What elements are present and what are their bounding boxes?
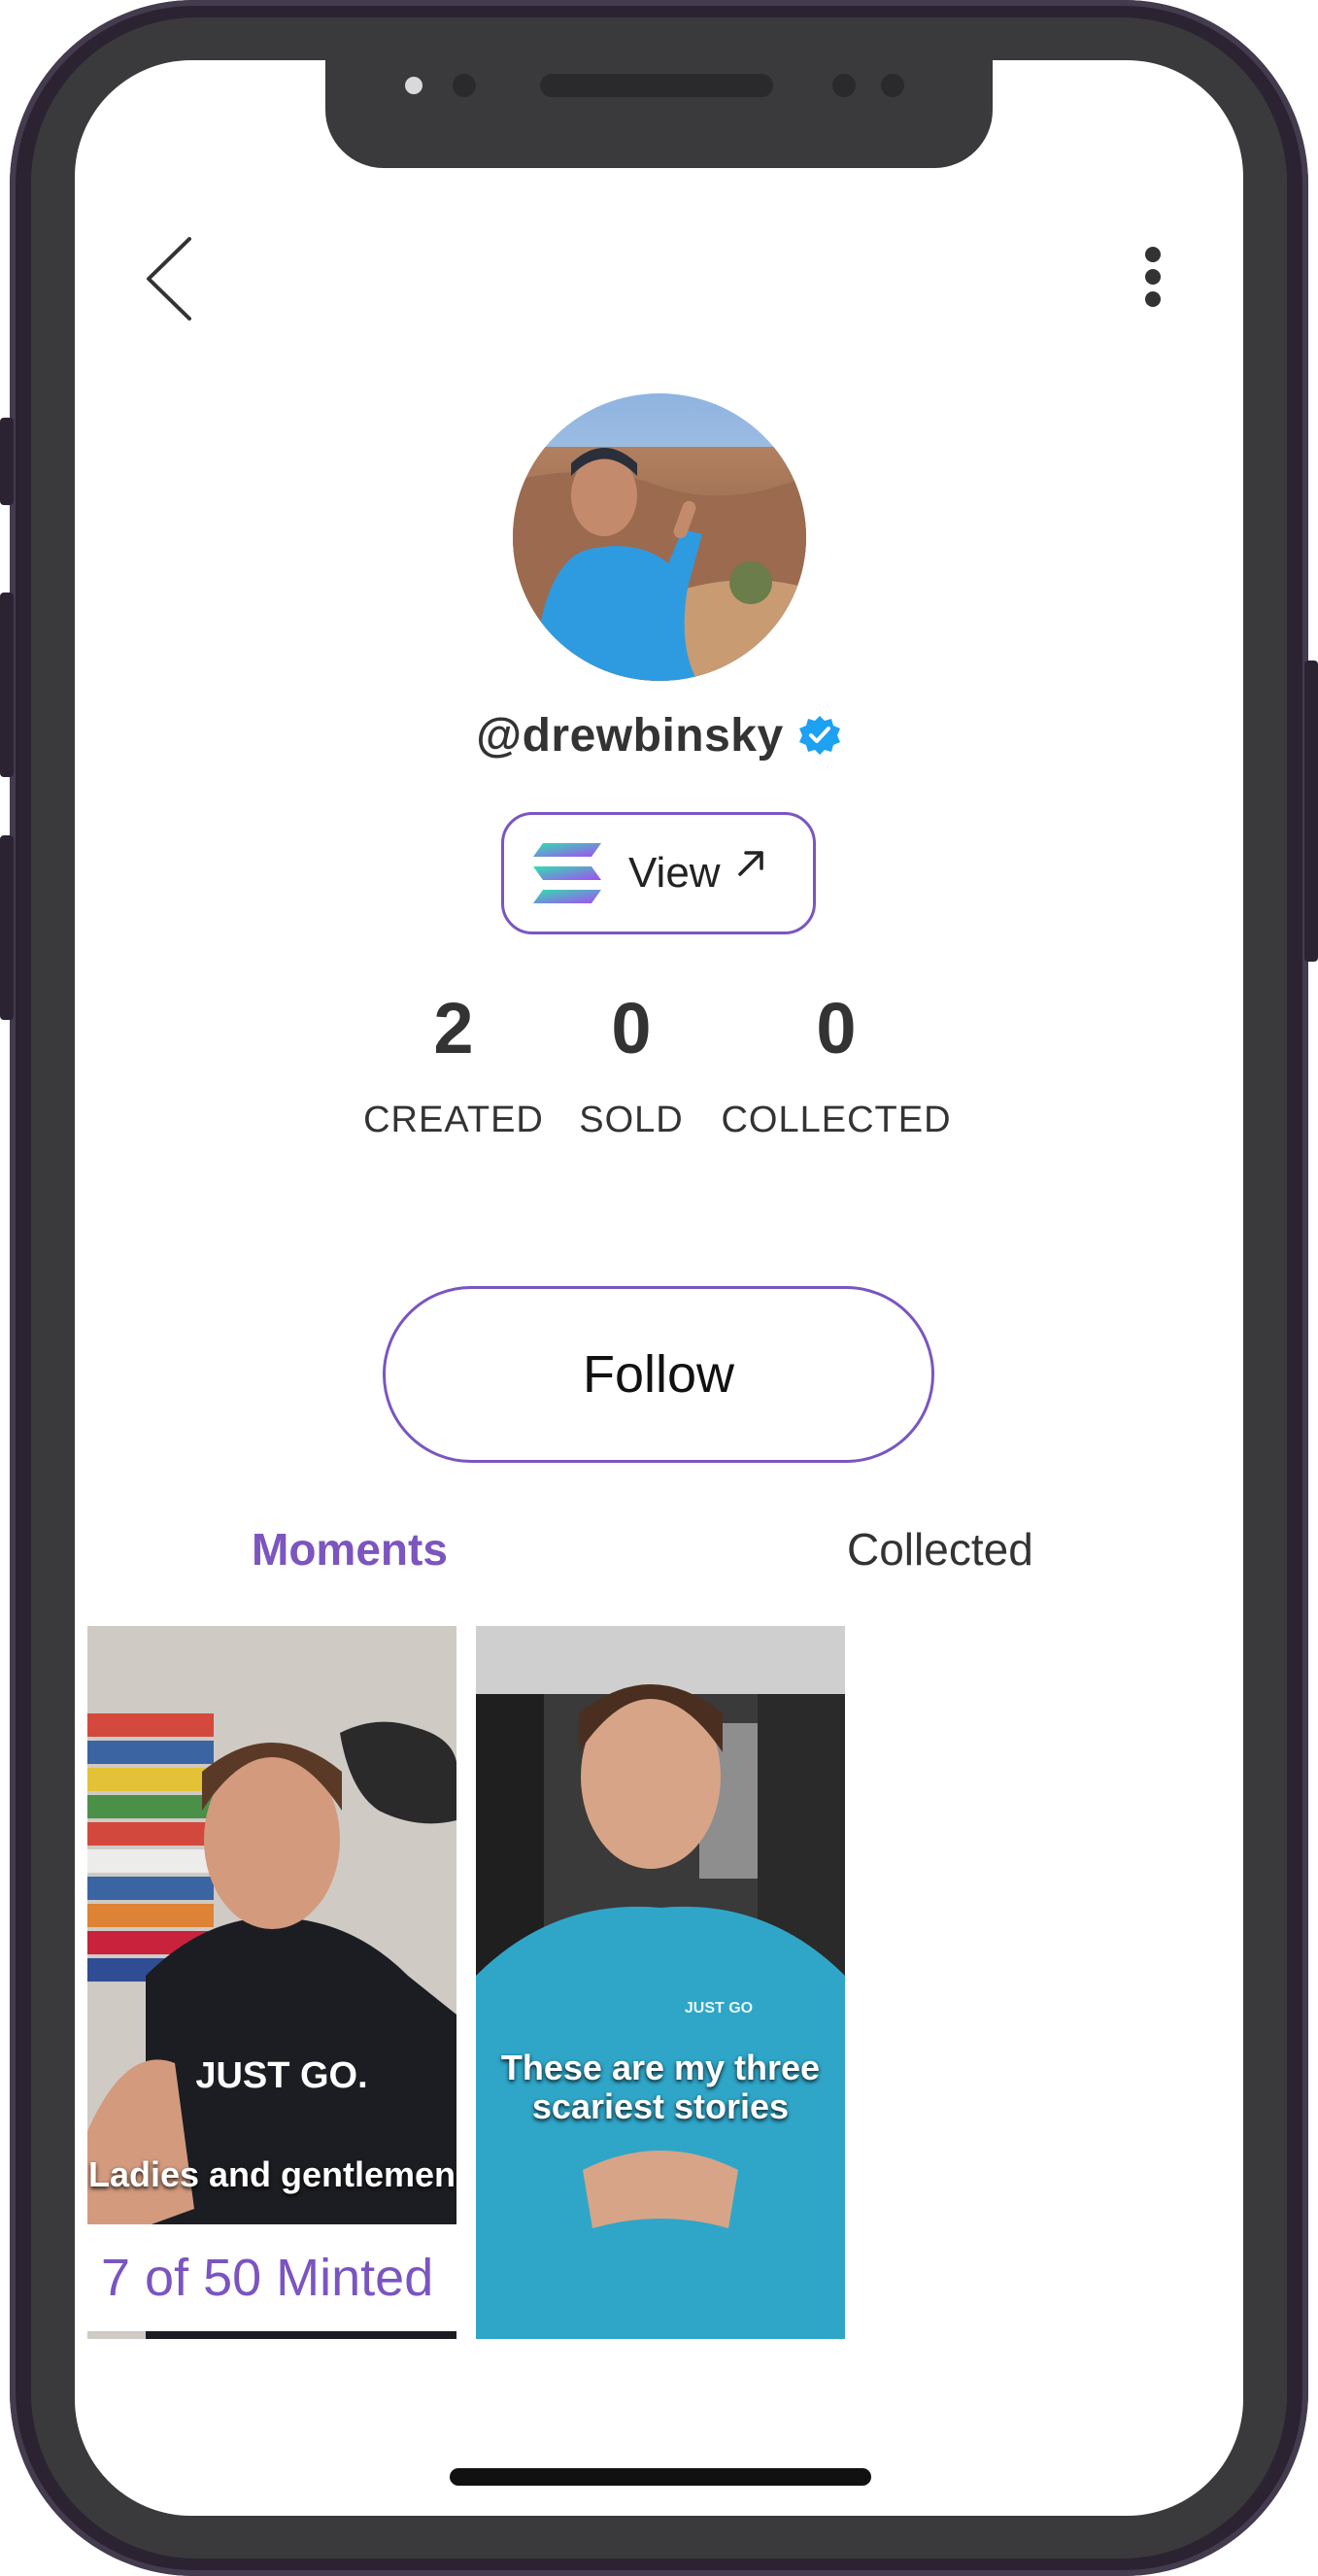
stat-collected-label: COLLECTED [721, 1100, 952, 1140]
sensor-icon [881, 74, 904, 97]
stat-collected-value: 0 [816, 988, 857, 1068]
verified-badge-icon [798, 716, 840, 755]
profile-stats: 2 CREATED 0 SOLD 0 COLLECTED [75, 993, 1243, 1168]
power-button [1304, 661, 1318, 962]
solana-logo-icon [533, 843, 601, 903]
stat-sold-value: 0 [611, 988, 652, 1068]
stat-created-label: CREATED [363, 1100, 544, 1140]
stat-sold-label: SOLD [579, 1100, 684, 1140]
more-options-button[interactable] [1133, 245, 1172, 322]
volume-up-button [0, 593, 14, 777]
tab-moments[interactable]: Moments [252, 1523, 448, 1576]
notch [325, 60, 993, 168]
camera-icon [453, 74, 476, 97]
follow-button[interactable]: Follow [383, 1286, 934, 1463]
stat-created: 2 CREATED [363, 993, 544, 1141]
speaker [540, 74, 773, 97]
sensor-icon [405, 77, 422, 94]
moment-shirt-text: JUST GO [685, 2000, 753, 2017]
more-vertical-icon [1145, 247, 1161, 307]
moment-caption: These are my three scariest stories [500, 2048, 821, 2126]
stat-created-value: 2 [433, 988, 474, 1068]
mute-switch [0, 418, 14, 505]
moment-caption: Ladies and gentlemen [87, 2154, 456, 2194]
moment-card[interactable]: JUST GO These are my three scariest stor… [476, 1626, 845, 2339]
stat-collected: 0 COLLECTED [721, 993, 951, 1141]
stat-sold: 0 SOLD [579, 993, 683, 1141]
chevron-left-icon [147, 237, 191, 321]
moment-shirt-text: JUST GO. [195, 2055, 367, 2096]
moment-thumbnail: JUST GO [476, 1626, 845, 2339]
back-button[interactable] [143, 235, 201, 322]
external-link-arrow-icon [737, 851, 763, 876]
home-indicator [450, 2468, 871, 2486]
screen: @drewbinsky View 2 CREATED 0 SOLD 0 COLL… [75, 60, 1243, 2516]
moment-mint-label: 7 of 50 Minted [87, 2224, 456, 2331]
moment-card[interactable]: JUST GO. Ladies and gentlemen 7 of 50 Mi… [87, 1626, 456, 2339]
profile-handle: @drewbinsky [476, 709, 784, 762]
camera-icon [832, 74, 856, 97]
view-label: View [628, 849, 721, 897]
tab-collected[interactable]: Collected [847, 1523, 1033, 1576]
avatar [513, 393, 806, 681]
volume-down-button [0, 835, 14, 1020]
view-on-chain-button[interactable]: View [501, 812, 816, 934]
profile-handle-row: @drewbinsky [75, 701, 1243, 769]
